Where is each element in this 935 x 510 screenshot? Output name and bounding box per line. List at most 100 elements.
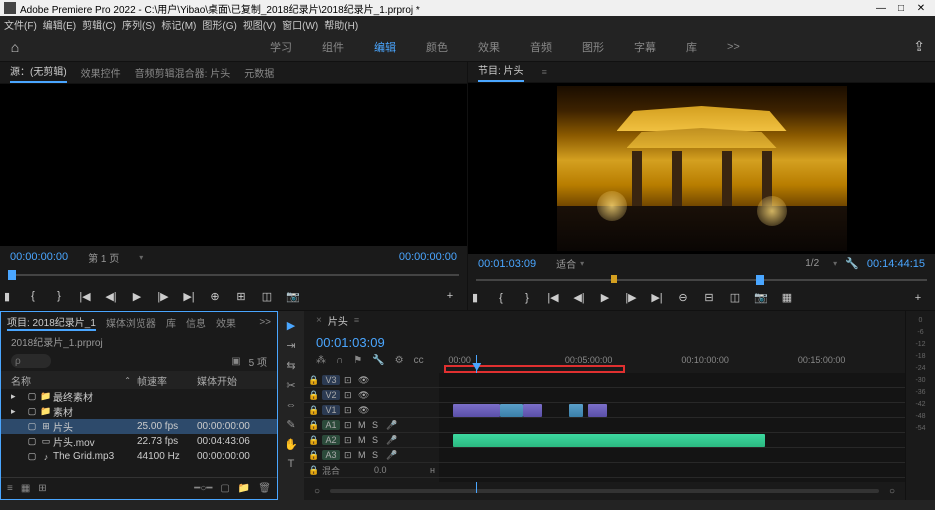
tab-learn[interactable]: 学习 (270, 39, 292, 55)
slip-tool-icon[interactable]: ⇔ (286, 399, 297, 411)
program-tab[interactable]: 节目: 片头 (478, 62, 524, 82)
menu-clip[interactable]: 剪辑(C) (82, 17, 116, 32)
project-more-icon[interactable]: >> (259, 317, 271, 328)
list-view-icon[interactable]: ≡ (7, 483, 13, 494)
timeline-zoom-in-icon[interactable]: ○ (889, 486, 895, 497)
chevron-down-icon[interactable]: ▾ (833, 259, 837, 268)
program-tab-menu-icon[interactable]: ≡ (542, 67, 547, 77)
wrench-icon[interactable]: 🔧 (845, 257, 859, 270)
track-mix[interactable]: 🔒混合0.0н (304, 463, 439, 478)
source-play-icon[interactable]: ▶ (130, 290, 144, 303)
tab-editing[interactable]: 编辑 (374, 39, 396, 55)
menu-window[interactable]: 窗口(W) (282, 17, 318, 32)
new-bin-icon[interactable]: ▣ (231, 356, 240, 367)
source-goto-out-icon[interactable]: ▶| (182, 290, 196, 303)
selection-tool-icon[interactable]: ▶ (287, 319, 295, 332)
program-zoom-fit[interactable]: 适合 (556, 256, 576, 271)
source-goto-in-icon[interactable]: |◀ (78, 290, 92, 303)
icon-view-icon[interactable]: ▦ (21, 483, 30, 494)
maximize-button[interactable]: □ (891, 3, 911, 14)
project-tab[interactable]: 项目: 2018纪录片_1 (7, 314, 96, 331)
menu-file[interactable]: 文件(F) (4, 17, 37, 32)
razor-tool-icon[interactable]: ✂ (286, 379, 295, 392)
source-export-frame-icon[interactable]: ◫ (260, 290, 274, 303)
program-tc-current[interactable]: 00:01:03:09 (478, 258, 536, 270)
timeline-zoom-out-icon[interactable]: ○ (314, 486, 320, 497)
program-step-back-icon[interactable]: ◀| (572, 291, 586, 304)
menu-help[interactable]: 帮助(H) (324, 17, 358, 32)
tab-audio[interactable]: 音频 (530, 39, 552, 55)
menu-graphics[interactable]: 图形(G) (202, 17, 236, 32)
col-name[interactable]: 名称 (11, 373, 124, 388)
source-tab-effectcontrols[interactable]: 效果控件 (81, 65, 121, 80)
snap-icon[interactable]: ⁂ (316, 355, 326, 366)
source-marker-icon[interactable]: ▮ (0, 290, 14, 303)
ripple-tool-icon[interactable]: ⇆ (286, 359, 295, 372)
program-lift-icon[interactable]: ⊖ (676, 291, 690, 304)
project-row-audio[interactable]: ▢♪The Grid.mp344100 Hz00:00:00:00 (1, 449, 277, 464)
source-tab-metadata[interactable]: 元数据 (244, 65, 274, 80)
program-step-fwd-icon[interactable]: |▶ (624, 291, 638, 304)
settings-icon[interactable]: 🔧 (372, 355, 384, 366)
tab-color[interactable]: 颜色 (426, 39, 448, 55)
effects-tab[interactable]: 效果 (216, 315, 236, 330)
track-select-tool-icon[interactable]: ⇥ (286, 339, 295, 352)
program-compare-icon[interactable]: ▦ (780, 291, 794, 304)
track-v3[interactable]: 🔒V3⊡👁 (304, 373, 439, 388)
source-tab-audiomixer[interactable]: 音频剪辑混合器: 片头 (135, 65, 231, 80)
timeline-sequence-tab[interactable]: 片头 (328, 313, 348, 328)
freeform-view-icon[interactable]: ⊞ (38, 483, 46, 494)
project-row-bin[interactable]: ▸▢📁最终素材 (1, 389, 277, 404)
type-tool-icon[interactable]: T (288, 458, 295, 470)
source-step-fwd-icon[interactable]: |▶ (156, 290, 170, 303)
menu-sequence[interactable]: 序列(S) (122, 17, 155, 32)
program-extract-icon[interactable]: ⊟ (702, 291, 716, 304)
program-add-button-icon[interactable]: + (911, 292, 925, 304)
export-icon[interactable]: ⇪ (913, 38, 925, 55)
track-a2[interactable]: 🔒A2⊡MS🎤 (304, 433, 439, 448)
tab-captions[interactable]: 字幕 (634, 39, 656, 55)
program-scrubber[interactable] (476, 273, 927, 285)
close-button[interactable]: ✕ (911, 3, 931, 14)
new-bin-icon[interactable]: 📁 (238, 483, 250, 494)
source-in-icon[interactable]: { (26, 290, 40, 302)
tab-more[interactable]: >> (727, 41, 740, 53)
tab-assembly[interactable]: 组件 (322, 39, 344, 55)
timeline-timecode[interactable]: 00:01:03:09 (316, 335, 436, 350)
tab-graphics[interactable]: 图形 (582, 39, 604, 55)
pen-tool-icon[interactable]: ✎ (286, 418, 295, 431)
timeline-zoom-slider[interactable] (330, 489, 879, 493)
menu-view[interactable]: 视图(V) (243, 17, 276, 32)
menu-marker[interactable]: 标记(M) (161, 17, 196, 32)
program-export-frame-icon[interactable]: ◫ (728, 291, 742, 304)
program-marker-icon[interactable]: ▮ (468, 291, 482, 304)
zoom-slider[interactable]: ━○━ (194, 483, 212, 494)
source-insert-icon[interactable]: ⊕ (208, 290, 222, 303)
track-a3[interactable]: 🔒A3⊡MS🎤 (304, 448, 439, 463)
cc-icon[interactable]: cc (414, 355, 424, 366)
program-goto-in-icon[interactable]: |◀ (546, 291, 560, 304)
tab-effects[interactable]: 效果 (478, 39, 500, 55)
source-add-button-icon[interactable]: + (443, 290, 457, 302)
program-resolution[interactable]: 1/2 (805, 258, 819, 269)
marker-icon[interactable]: ⚑ (353, 355, 362, 366)
track-v2[interactable]: 🔒V2⊡👁 (304, 388, 439, 403)
timeline-ruler[interactable]: 00:00 00:05:00:00 00:10:00:00 00:15:00:0… (439, 355, 905, 373)
link-icon[interactable]: ∩ (336, 355, 343, 366)
program-camera-icon[interactable]: 📷 (754, 291, 768, 304)
program-goto-out-icon[interactable]: ▶| (650, 291, 664, 304)
source-tab-noclip[interactable]: 源：(无剪辑) (10, 63, 67, 83)
minimize-button[interactable]: — (871, 3, 891, 14)
tab-libraries[interactable]: 库 (686, 39, 697, 55)
timeline-close-icon[interactable]: × (316, 315, 322, 326)
col-framerate[interactable]: 帧速率 (137, 373, 197, 388)
new-item-icon[interactable]: ▢ (220, 483, 229, 494)
project-row-video[interactable]: ▢▭片头.mov22.73 fps00:04:43:06 (1, 434, 277, 449)
program-in-icon[interactable]: { (494, 292, 508, 304)
source-step-back-icon[interactable]: ◀| (104, 290, 118, 303)
menu-edit[interactable]: 编辑(E) (43, 17, 76, 32)
project-row-sequence[interactable]: ▢⊞片头25.00 fps00:00:00:00 (1, 419, 277, 434)
timeline-track-area[interactable] (439, 373, 905, 482)
source-overwrite-icon[interactable]: ⊞ (234, 290, 248, 303)
timeline-tab-menu-icon[interactable]: ≡ (354, 315, 359, 325)
